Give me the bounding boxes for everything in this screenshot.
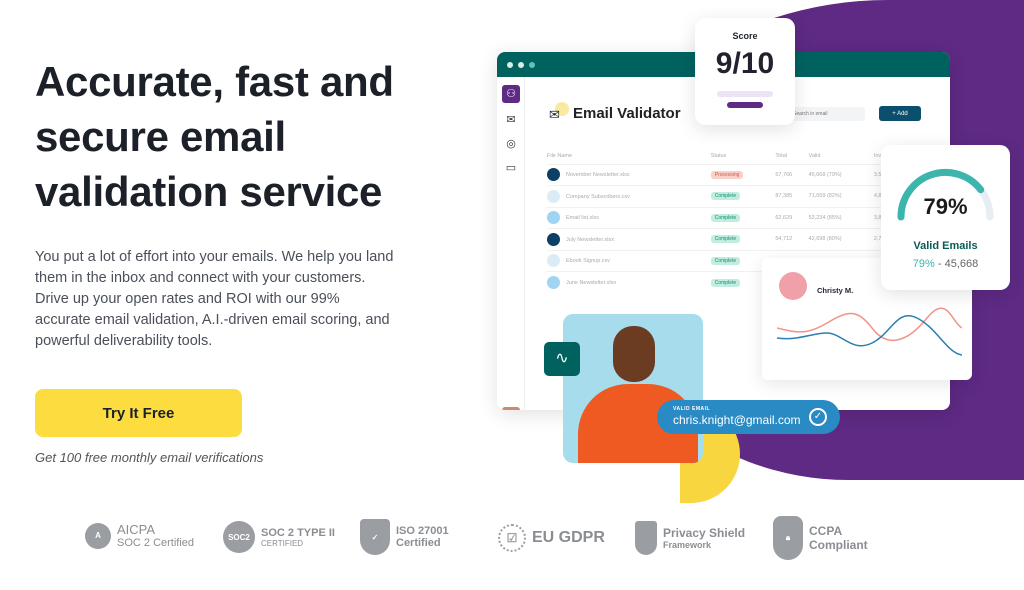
shield-icon	[635, 521, 657, 555]
pill-email: chris.knight@gmail.com	[673, 413, 801, 427]
file-avatar	[547, 276, 560, 289]
hero-description: You put a lot of effort into your emails…	[35, 249, 394, 349]
user-avatar[interactable]	[502, 407, 520, 410]
users-icon[interactable]: ⚇	[502, 85, 520, 103]
valid-cell: 53,234 (85%)	[808, 206, 874, 229]
badge-privacy-shield: Privacy Shield Framework	[635, 521, 745, 555]
file-name: July Newsletter.xlsx	[566, 236, 614, 243]
app-title: Email Validator	[573, 105, 681, 122]
column-header: Status	[710, 152, 727, 159]
gdpr-stars-icon: ☑	[498, 524, 526, 552]
score-label: Score	[732, 31, 758, 41]
total-cell: 57,766	[775, 163, 809, 186]
app-sidebar: ⚇ ✉ ◎ ▭	[497, 77, 525, 410]
person-photo	[563, 314, 703, 463]
certification-badges: A AICPA SOC 2 Certified SOC2 SOC 2 TYPE II C…	[85, 516, 885, 562]
check-circle-icon[interactable]: ◎	[502, 135, 520, 153]
inbox-icon[interactable]: ✉	[502, 111, 520, 129]
total-cell: 87,385	[775, 185, 809, 207]
try-it-free-button[interactable]: Try It Free	[35, 389, 242, 437]
table-row[interactable]: Email list.xlsx Complete 62,629 53,234 (…	[547, 206, 927, 229]
column-header: Total	[775, 152, 787, 159]
file-avatar	[547, 211, 560, 225]
activity-icon: ∿	[544, 342, 580, 376]
engagement-chart	[777, 307, 962, 356]
iso-shield-icon: ✓	[360, 519, 390, 555]
valid-percent: 79%	[923, 194, 968, 219]
table-row[interactable]: July Newsletter.xlsx Complete 54,712 42,…	[547, 228, 927, 250]
file-avatar	[547, 232, 560, 246]
search-input[interactable]	[787, 107, 865, 121]
file-name: June Newsletter.xlsx	[566, 279, 617, 286]
badge-iso: ✓ ISO 27001 Certified	[360, 519, 449, 555]
card-icon[interactable]: ▭	[502, 159, 520, 177]
valid-cell: 71,659 (82%)	[808, 185, 874, 207]
valid-label: Valid Emails	[913, 240, 978, 252]
file-name: Email list.xlsx	[566, 215, 600, 222]
file-avatar	[547, 254, 560, 268]
hero-title: Accurate, fast and secure email validati…	[35, 58, 394, 215]
series-line-red	[777, 307, 962, 342]
total-cell: 62,629	[775, 206, 809, 229]
check-circle-icon: ✓	[809, 408, 827, 426]
soc2-seal-icon: SOC2	[223, 521, 255, 553]
file-name: November Newsletter.xlsx	[566, 172, 630, 179]
file-name: Company Subscribers.csv	[566, 193, 630, 200]
table-row[interactable]: November Newsletter.xlsx Processing 57,7…	[547, 163, 927, 186]
column-header: File Name	[547, 152, 573, 159]
pill-label: VALID EMAIL	[673, 406, 711, 412]
valid-count: - 45,668	[937, 258, 979, 270]
file-name: Ebook Signup.csv	[566, 258, 611, 265]
status-badge: Complete	[710, 235, 741, 244]
christy-avatar	[779, 272, 807, 300]
cta-note: Get 100 free monthly email verifications	[35, 450, 264, 465]
valid-cell: 45,668 (79%)	[808, 163, 874, 186]
envelope-open-icon: ✉	[549, 107, 560, 122]
valid-percent-small: 79%	[912, 258, 935, 270]
score-bar	[727, 102, 763, 108]
file-avatar	[547, 189, 560, 203]
badge-gdpr: ☑ EU GDPR	[498, 524, 605, 552]
badge-ccpa: 🔒︎ CCPA Compliant	[773, 516, 868, 560]
series-line-blue	[777, 315, 962, 356]
badge-aicpa: A AICPA SOC 2 Certified	[85, 522, 194, 549]
status-badge: Complete	[710, 213, 741, 222]
table-row[interactable]: Company Subscribers.csv Complete 87,385 …	[547, 185, 927, 207]
padlock-icon: 🔒︎	[773, 516, 803, 560]
column-header: Valid	[808, 152, 821, 159]
add-button[interactable]: + Add	[879, 106, 921, 121]
score-card: Score 9/10	[695, 18, 795, 125]
valid-emails-card: 79% Valid Emails 79% - 45,668	[881, 145, 1010, 290]
total-cell: 54,712	[775, 228, 809, 250]
status-badge: Complete	[710, 278, 741, 287]
aicpa-logo-icon: A	[85, 522, 111, 549]
status-badge: Processing	[710, 170, 744, 179]
badge-soc2: SOC2 SOC 2 TYPE II CERTIFIED	[223, 521, 335, 553]
christy-name: Christy M.	[817, 286, 854, 295]
valid-email-pill: VALID EMAIL chris.knight@gmail.com ✓	[657, 400, 840, 434]
status-badge: Complete	[710, 192, 741, 201]
valid-cell: 42,698 (80%)	[808, 228, 874, 250]
score-value: 9/10	[715, 47, 775, 80]
file-avatar	[547, 168, 560, 182]
status-badge: Complete	[710, 256, 741, 265]
